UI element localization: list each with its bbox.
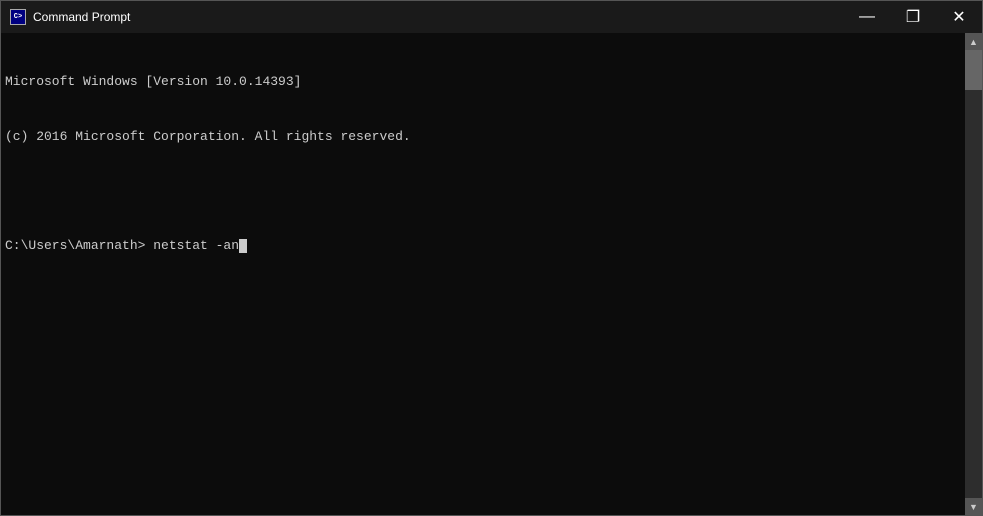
minimize-button[interactable]: — (844, 1, 890, 33)
window-title: Command Prompt (33, 10, 130, 24)
terminal-line-3 (5, 183, 978, 201)
maximize-button[interactable]: ❐ (890, 1, 936, 33)
scrollbar-down-arrow[interactable]: ▼ (965, 498, 982, 515)
terminal-content: Microsoft Windows [Version 10.0.14393] (… (1, 33, 982, 515)
terminal-line-1: Microsoft Windows [Version 10.0.14393] (5, 73, 978, 91)
scrollbar-thumb[interactable] (965, 50, 982, 90)
title-bar-left: Command Prompt (9, 8, 130, 26)
terminal-line-2: (c) 2016 Microsoft Corporation. All righ… (5, 128, 978, 146)
title-bar-controls: — ❐ ✕ (844, 1, 982, 33)
close-button[interactable]: ✕ (936, 1, 982, 33)
command-prompt-window: Command Prompt — ❐ ✕ Microsoft Windows [… (0, 0, 983, 516)
terminal-body[interactable]: Microsoft Windows [Version 10.0.14393] (… (1, 33, 982, 515)
title-bar: Command Prompt — ❐ ✕ (1, 1, 982, 33)
terminal-cursor (239, 239, 247, 253)
terminal-line-4: C:\Users\Amarnath> netstat -an (5, 237, 978, 255)
scrollbar-track[interactable] (965, 50, 982, 498)
cmd-app-icon (9, 8, 27, 26)
scrollbar-up-arrow[interactable]: ▲ (965, 33, 982, 50)
scrollbar[interactable]: ▲ ▼ (965, 33, 982, 515)
